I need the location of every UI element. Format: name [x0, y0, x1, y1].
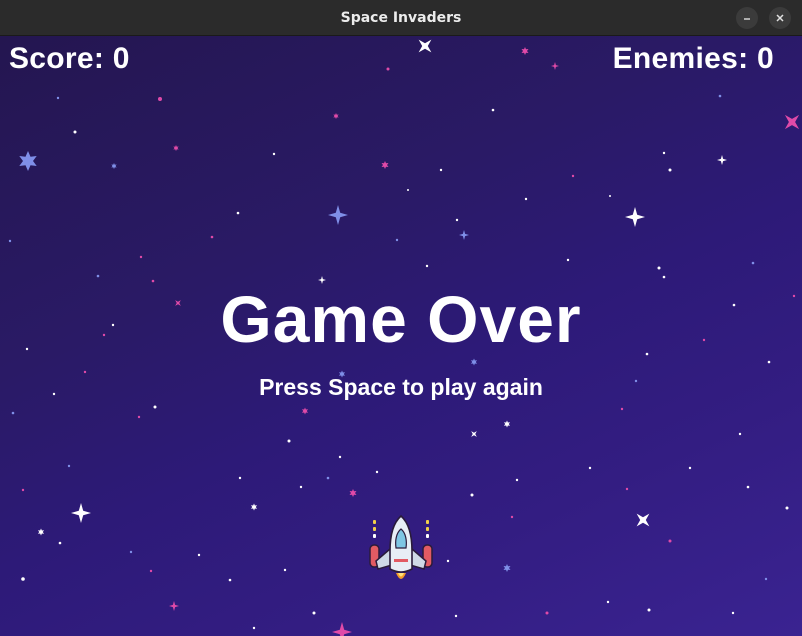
star-sparkle — [551, 62, 559, 70]
star-sparkle — [332, 622, 352, 636]
star-sparkle — [71, 503, 91, 523]
star-hex — [503, 420, 511, 428]
window-title: Space Invaders — [340, 10, 462, 26]
star-hex — [250, 503, 258, 511]
star-hex — [521, 47, 529, 55]
star-hex — [470, 358, 478, 366]
star-hex — [19, 151, 37, 171]
spaceship-icon — [369, 514, 433, 579]
star-sparkle — [169, 601, 179, 611]
title-bar: Space Invaders — [0, 0, 802, 36]
star-sparkle — [717, 155, 727, 165]
game-canvas[interactable]: Score: 0 Enemies: 0 Game Over Press Spac… — [0, 36, 802, 636]
minimize-icon — [744, 18, 750, 20]
star-hex — [503, 564, 511, 572]
star-hex — [301, 407, 309, 415]
star-sparkle — [777, 107, 802, 137]
star-sparkle — [459, 230, 469, 240]
score-label: Score: 0 — [9, 42, 130, 75]
game-over-title: Game Over — [220, 282, 582, 356]
app-window: Space Invaders Score: 0 Enemies: 0 Game … — [0, 0, 802, 636]
star-hex — [173, 145, 179, 151]
star-hex — [381, 161, 389, 169]
star-sparkle — [468, 428, 480, 440]
close-button[interactable] — [769, 7, 791, 29]
minimize-button[interactable] — [736, 7, 758, 29]
star-sparkle — [328, 205, 348, 225]
star-hex — [333, 113, 339, 119]
star-sparkle — [625, 207, 645, 227]
star-sparkle — [630, 507, 656, 533]
star-hex — [349, 489, 357, 497]
star-hex — [111, 163, 117, 169]
play-again-prompt: Press Space to play again — [259, 374, 543, 400]
star-sparkle — [412, 36, 438, 59]
star-hex — [37, 528, 45, 536]
enemies-label: Enemies: 0 — [612, 42, 774, 75]
close-icon — [776, 14, 784, 22]
